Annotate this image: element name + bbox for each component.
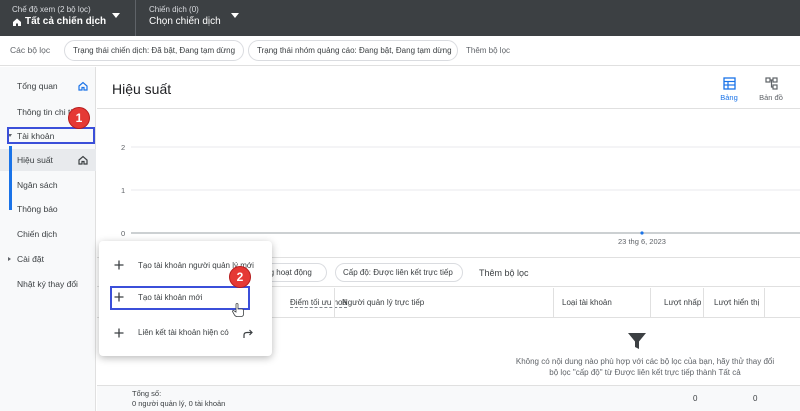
map-view-button[interactable]: Bản đồ (751, 77, 791, 102)
table-total-row: Tổng số: 0 người quản lý, 0 tài khoản 0 … (97, 385, 800, 411)
main-content: Hiệu suất Bảng Bản đồ 0 1 2 23 thg 6, 2023 … (97, 67, 800, 411)
x-tick-label: 23 thg 6, 2023 (618, 237, 666, 246)
nav-item-settings[interactable]: Cài đặt (0, 248, 96, 270)
filter-label: Các bộ lọc (10, 45, 51, 55)
plus-icon (114, 260, 124, 270)
nav-item-overview[interactable]: Tổng quan (0, 75, 96, 97)
nav-item-label: Chiến dịch (17, 229, 58, 239)
home-icon (78, 155, 88, 165)
step-badge-2: 2 (229, 266, 251, 288)
menu-item-link-existing-account[interactable]: Liên kết tài khoản hiện có (99, 319, 239, 347)
page-title: Hiệu suất (112, 81, 172, 97)
total-impressions: 0 (753, 394, 758, 403)
campaign-selector[interactable]: Chiến dịch (0) Chọn chiến dịch (135, 0, 255, 36)
step-badge-1: 1 (68, 107, 90, 129)
nav-item-label: Thông báo (17, 204, 58, 214)
add-filter-button[interactable]: Thêm bộ lọc (466, 46, 510, 55)
home-icon (13, 18, 21, 26)
total-label-wrap: Tổng số: 0 người quản lý, 0 tài khoản (132, 389, 225, 409)
column-divider (650, 288, 651, 318)
empty-state-message: Không có nội dung nào phù hợp với các bộ… (515, 357, 775, 377)
view-mode-selector[interactable]: Chế độ xem (2 bộ lọc) Tất cả chiến dịch (0, 0, 133, 36)
column-divider (764, 288, 765, 318)
total-sublabel: 0 người quản lý, 0 tài khoản (132, 399, 226, 408)
total-clicks: 0 (693, 394, 698, 403)
view-mode-value: Tất cả chiến dịch (25, 16, 107, 27)
chevron-down-icon[interactable] (231, 13, 239, 18)
column-header-account-type[interactable]: Loại tài khoản (562, 298, 612, 307)
view-mode-value-wrap: Tất cả chiến dịch (12, 16, 106, 27)
share-arrow-icon (243, 329, 253, 338)
campaign-value: Chọn chiến dịch (149, 16, 221, 27)
data-point (640, 231, 644, 235)
table-icon (722, 77, 736, 90)
column-header-optimization-score[interactable]: Điểm tối ưu hoá (290, 298, 347, 308)
highlight-box-create-account (110, 286, 250, 310)
top-bar: Chế độ xem (2 bộ lọc) Tất cả chiến dịch … (0, 0, 800, 36)
view-mode-label: Chế độ xem (2 bộ lọc) (12, 5, 91, 14)
column-divider (553, 288, 554, 318)
nav-item-notifications[interactable]: Thông báo (0, 198, 96, 220)
filter-chip-level[interactable]: Cấp độ: Được liên kết trực tiếp (335, 263, 463, 282)
plus-icon (114, 328, 124, 338)
home-icon (78, 81, 88, 91)
column-divider (334, 288, 335, 318)
nav-item-label: Tổng quan (17, 81, 58, 91)
nav-subgroup-indicator (9, 146, 12, 210)
campaign-label: Chiến dịch (0) (149, 5, 199, 14)
nav-item-change-history[interactable]: Nhật ký thay đổi (0, 273, 96, 295)
column-header-direct-manager[interactable]: Người quản lý trực tiếp (342, 298, 424, 307)
table-view-label: Bảng (720, 93, 738, 102)
y-tick-label: 0 (121, 229, 125, 238)
nav-item-label: Nhật ký thay đổi (17, 279, 78, 289)
highlight-box-accounts (7, 127, 95, 144)
y-tick-label: 1 (121, 186, 125, 195)
filter-chip-campaign-status[interactable]: Trạng thái chiến dịch: Đã bật, Đang tạm … (64, 40, 244, 61)
y-tick-label: 2 (121, 143, 125, 152)
nav-item-budget[interactable]: Ngân sách (0, 174, 96, 196)
hierarchy-icon (764, 77, 778, 90)
filter-chip-adgroup-status[interactable]: Trạng thái nhóm quảng cáo: Đang bật, Đan… (248, 40, 458, 61)
nav-item-performance[interactable]: Hiệu suất (0, 149, 96, 171)
hand-cursor-icon (232, 303, 244, 317)
column-header-clicks[interactable]: Lượt nhấp (664, 298, 701, 307)
caret-right-icon (8, 257, 11, 261)
filter-funnel-icon (628, 333, 646, 349)
column-divider (703, 288, 704, 318)
total-label: Tổng số: (132, 389, 162, 398)
nav-item-label: Ngân sách (17, 180, 58, 190)
nav-item-label: Hiệu suất (17, 155, 53, 165)
nav-item-label: Cài đặt (17, 254, 44, 264)
map-view-label: Bản đồ (759, 93, 783, 102)
add-filter-button[interactable]: Thêm bộ lọc (479, 268, 529, 278)
menu-item-label: Liên kết tài khoản hiện có (138, 328, 229, 337)
nav-item-campaigns[interactable]: Chiến dịch (0, 223, 96, 245)
table-view-button[interactable]: Bảng (709, 77, 749, 102)
filter-bar: Các bộ lọc Trạng thái chiến dịch: Đã bật… (0, 36, 800, 66)
chart-svg: 0 1 2 23 thg 6, 2023 (121, 143, 800, 246)
performance-chart: 0 1 2 23 thg 6, 2023 (97, 109, 800, 249)
chevron-down-icon[interactable] (112, 13, 120, 18)
column-header-impressions[interactable]: Lượt hiển thị (714, 298, 759, 307)
